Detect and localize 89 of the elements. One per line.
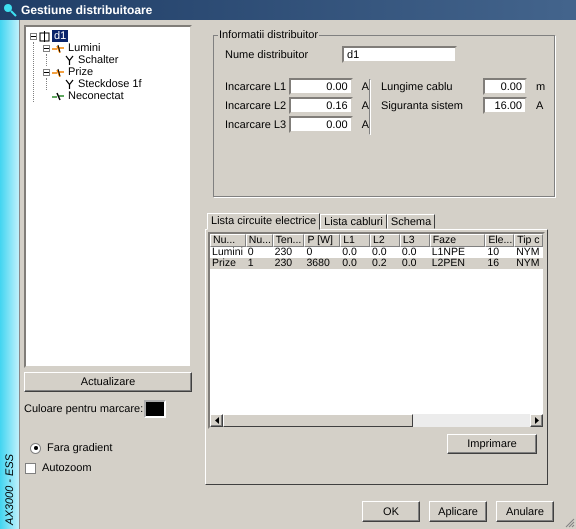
table-cell-text: 230 [274, 247, 294, 258]
dialog-button[interactable]: Anulare [496, 501, 554, 522]
magnifier-icon [3, 3, 17, 17]
radio-button[interactable] [30, 442, 41, 454]
field-label: Nume distribuitor [225, 48, 310, 60]
column-header[interactable]: L1 [340, 234, 370, 247]
window-title: Gestiune distribuitoare [21, 3, 152, 17]
table-cell-text: 1 [246, 258, 255, 269]
left-triangle-icon [214, 417, 218, 424]
scroll-left-button[interactable] [210, 414, 223, 427]
column-header[interactable]: Nu... [246, 234, 273, 247]
resize-grip-icon[interactable] [565, 518, 575, 528]
table-cell-text: L2PEN [430, 258, 466, 269]
column-header[interactable]: Tip c [514, 234, 543, 247]
table-cell-text: 0 [305, 247, 314, 258]
unit-label: A [362, 100, 369, 112]
table-cell-text: 0.0 [341, 247, 358, 258]
color-label: Culoare pentru marcare: [24, 403, 144, 415]
field-label: Incarcare L3 [225, 118, 288, 130]
unit-label: A [362, 80, 369, 92]
column-header[interactable]: P [W] [304, 234, 340, 247]
table-cell-text: 0.0 [400, 247, 418, 258]
checkbox-label: Autozoom [42, 462, 92, 474]
table-cell-text: 16 [486, 258, 500, 269]
field-label: Siguranta sistem [381, 100, 464, 112]
table-cell-text: Lumini [211, 247, 244, 258]
table-cell-text: Prize [211, 258, 237, 269]
column-header[interactable]: Faze [430, 234, 486, 247]
collapse-toggle[interactable] [30, 32, 37, 40]
refresh-button[interactable]: Actualizare [24, 372, 192, 392]
print-button[interactable]: Imprimare [447, 434, 537, 454]
field-label: Lungime cablu [381, 80, 454, 92]
plug-icon [52, 44, 64, 52]
tab[interactable]: Lista circuite electrice [207, 213, 320, 230]
unit-label: m [536, 80, 546, 92]
tree-item[interactable]: d1 [52, 30, 68, 42]
radio-label: Fara gradient [47, 442, 112, 454]
column-header[interactable]: Ten... [272, 234, 304, 247]
right-triangle-icon [534, 417, 538, 424]
dialog-button[interactable]: OK [362, 501, 420, 522]
input-field[interactable]: 0.00 [288, 116, 353, 133]
plug-icon [52, 92, 64, 100]
input-field[interactable]: 16.00 [483, 97, 527, 114]
checkbox[interactable] [25, 462, 36, 474]
collapse-toggle[interactable] [43, 68, 50, 76]
column-header[interactable]: L3 [400, 234, 430, 247]
box-icon [39, 30, 50, 42]
table-cell-text: 230 [274, 258, 294, 269]
table-cell-text: 0.0 [341, 258, 358, 269]
input-field[interactable]: 0.16 [288, 97, 353, 114]
dialog-button[interactable]: Aplicare [429, 501, 487, 522]
table-cell-text: 3680 [305, 258, 331, 269]
table-row[interactable]: Prize 1 230 3680 0.0 0.2 0.0 L2PEN 16 NYM [210, 258, 543, 269]
tree-item[interactable]: Schalter [76, 54, 120, 66]
collapse-toggle[interactable] [43, 44, 50, 52]
unit-label: A [362, 118, 369, 130]
color-swatch[interactable] [144, 400, 166, 418]
horizontal-scrollbar[interactable] [210, 414, 543, 427]
scroll-right-button[interactable] [530, 414, 543, 427]
table-cell-text: 0.2 [371, 258, 388, 269]
tab[interactable]: Schema [386, 214, 436, 229]
fork-icon [65, 79, 74, 89]
table-cell-text: 0 [246, 247, 255, 258]
table-cell-text: NYM [515, 258, 541, 269]
table-cell-text: L1NPE [430, 247, 466, 258]
table-row[interactable]: Lumini 0 230 0 0.0 0.0 0.0 L1NPE 10 NYM [210, 247, 543, 258]
fork-icon [65, 55, 74, 65]
table-cell-text: NYM [515, 247, 541, 258]
column-header[interactable]: L2 [370, 234, 400, 247]
field-label: Incarcare L2 [225, 100, 288, 112]
scroll-thumb[interactable] [223, 414, 413, 427]
field-label: Incarcare L1 [225, 80, 288, 92]
column-header[interactable]: Ele... [485, 234, 514, 247]
product-label: AX3000 - ESS [4, 454, 16, 525]
tree-item[interactable]: Lumini [66, 42, 102, 54]
column-header[interactable]: Nu... [210, 234, 246, 247]
plug-icon [52, 68, 64, 76]
table-cell-text: 0.0 [371, 247, 388, 258]
input-field[interactable]: 0.00 [483, 78, 527, 95]
name-field[interactable]: d1 [342, 46, 457, 63]
tree-item[interactable]: Neconectat [66, 90, 126, 102]
unit-label: A [536, 100, 544, 112]
tab[interactable]: Lista cabluri [320, 214, 387, 229]
group-title: Informatii distribuitor [218, 29, 320, 41]
table-cell-text: 10 [486, 247, 500, 258]
tree-item[interactable]: Steckdose 1f [76, 78, 144, 90]
input-field[interactable]: 0.00 [288, 78, 353, 95]
table-cell-text: 0.0 [400, 258, 418, 269]
tree-item[interactable]: Prize [66, 66, 96, 78]
